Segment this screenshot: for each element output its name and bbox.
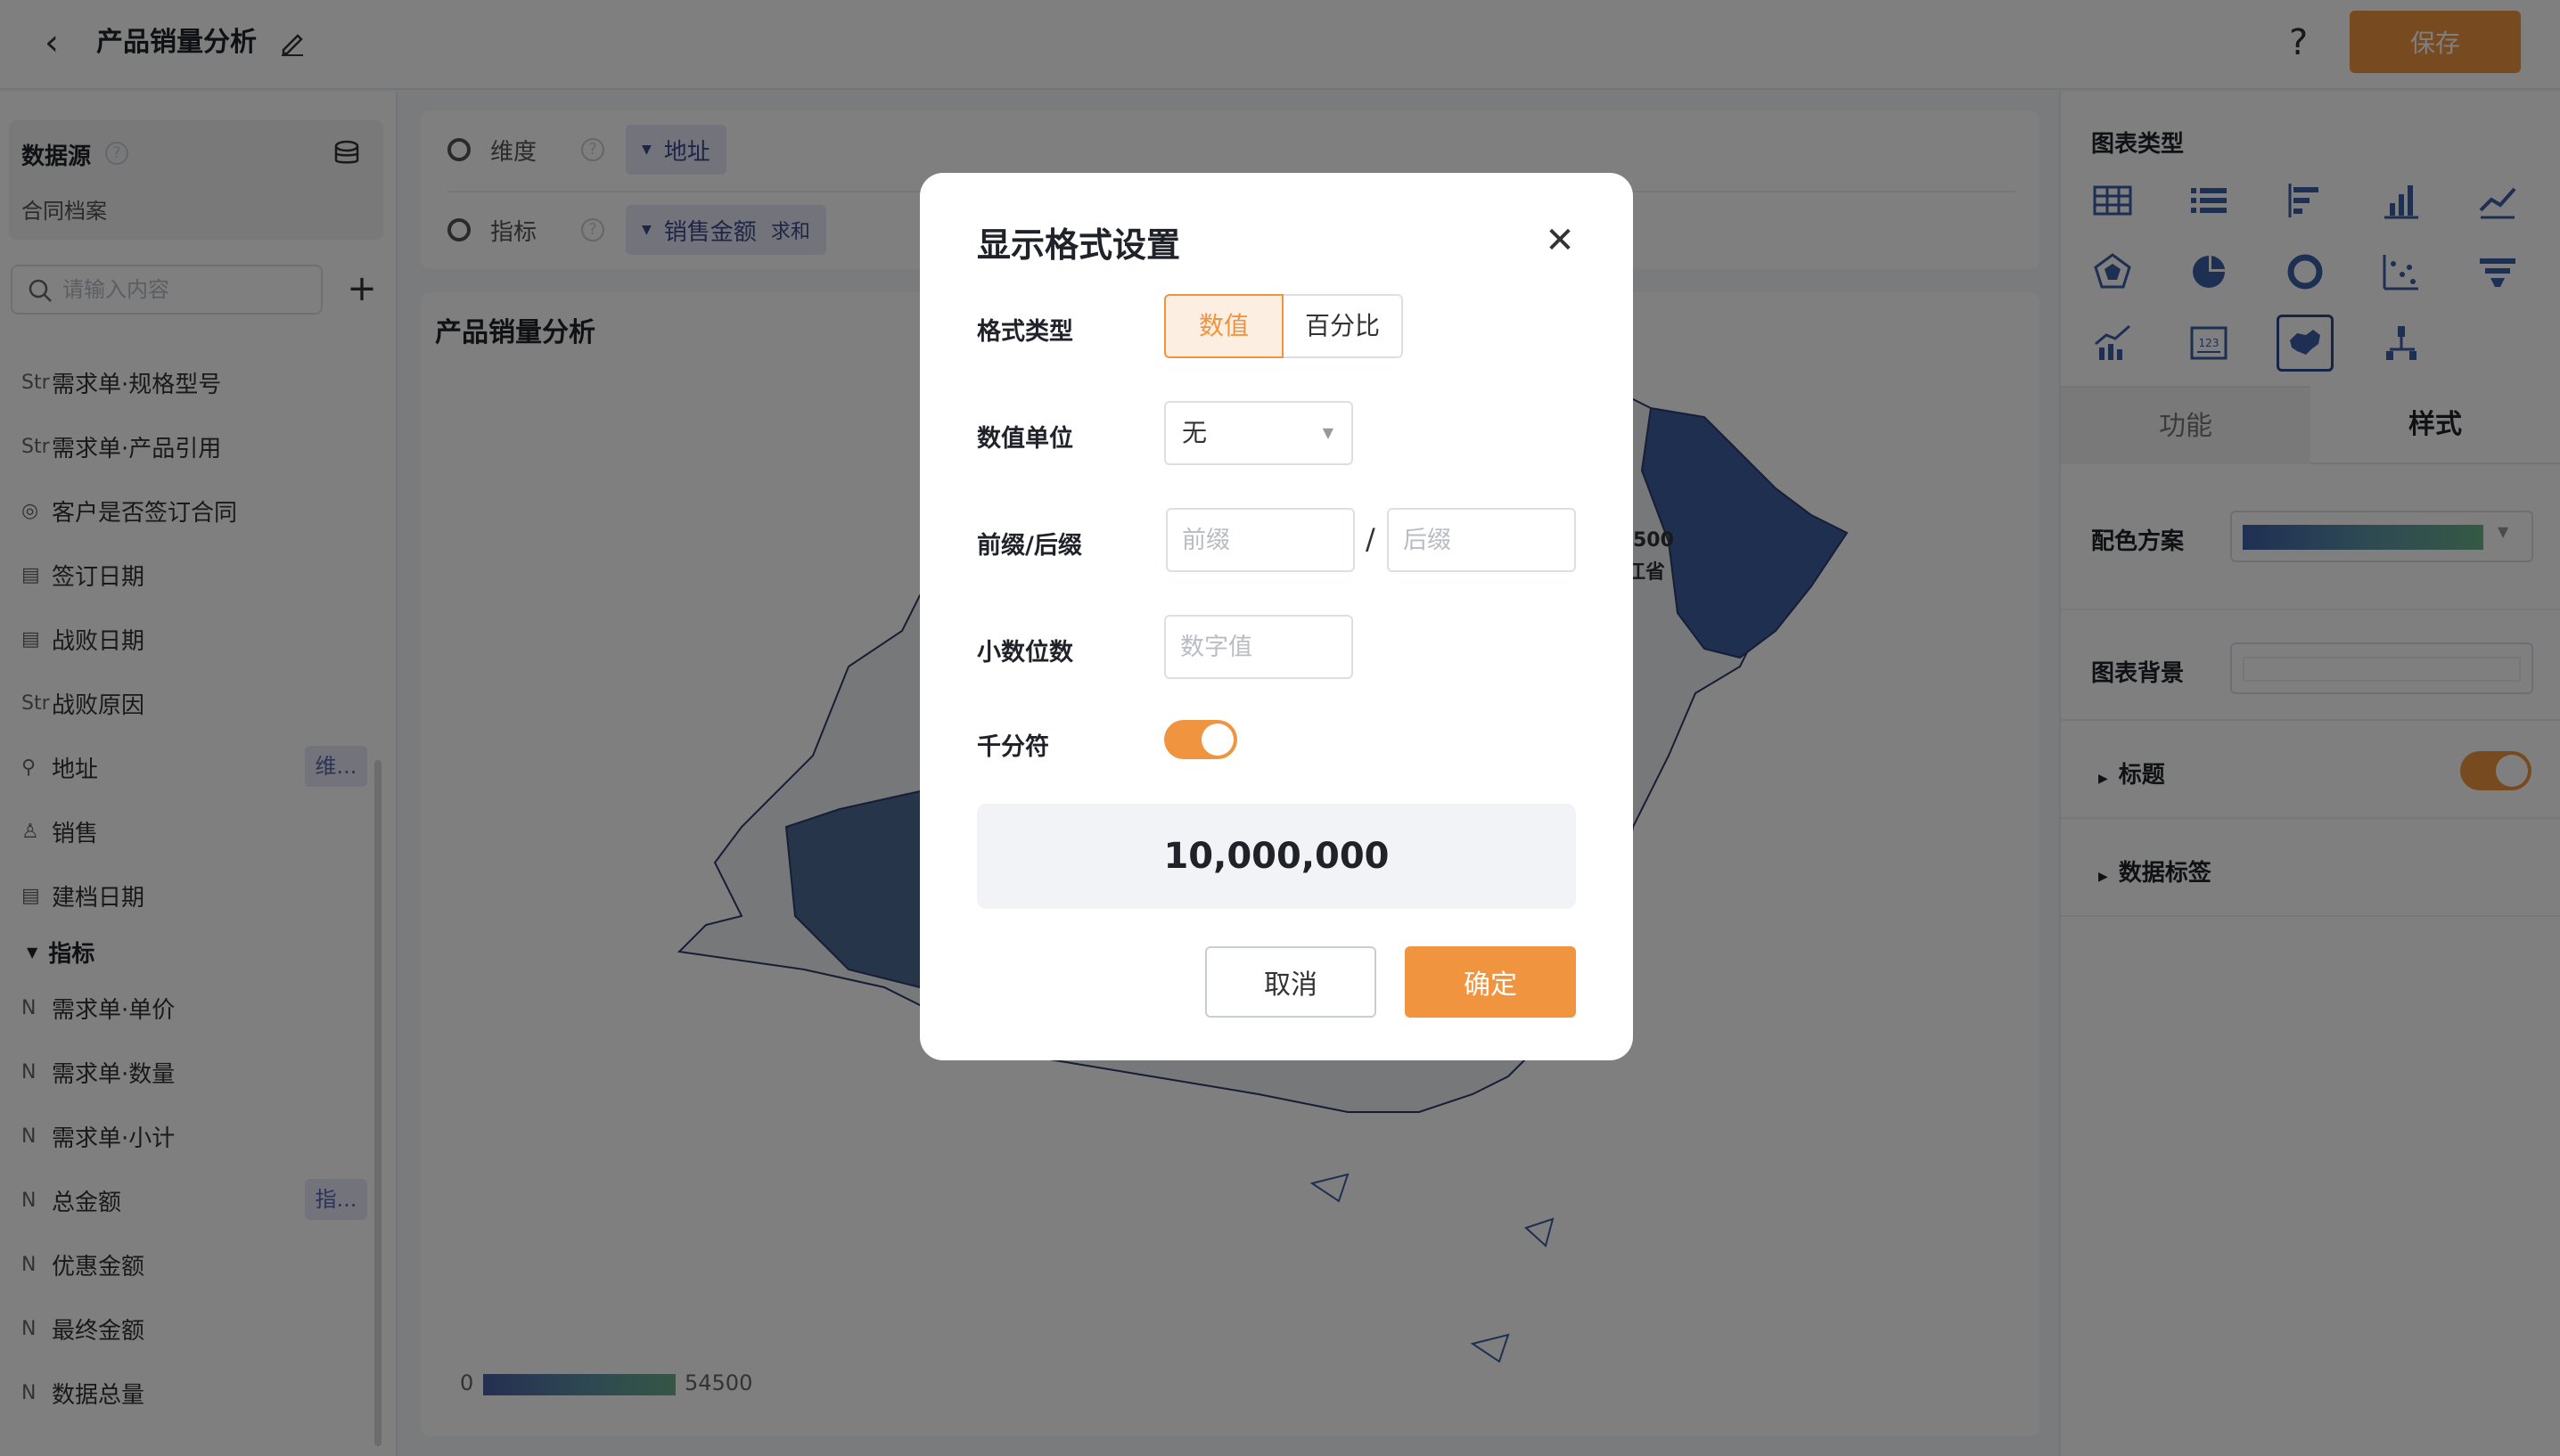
- thousands-label: 千分符: [977, 733, 1049, 761]
- format-dialog: 显示格式设置 ✕ 格式类型 数值 百分比 数值单位 无▼ 前缀/后缀 / 小数位…: [920, 173, 1633, 1060]
- prefix-input[interactable]: [1166, 508, 1355, 572]
- decimal-input[interactable]: [1164, 615, 1353, 679]
- format-percent-option[interactable]: 百分比: [1284, 294, 1403, 358]
- caret-down-icon: ▼: [1322, 424, 1333, 441]
- decimal-label: 小数位数: [977, 639, 1073, 667]
- thousands-toggle[interactable]: [1164, 720, 1237, 759]
- format-preview: 10,000,000: [977, 804, 1576, 909]
- toggle-knob: [1202, 724, 1234, 756]
- format-type-segment: 数值 百分比: [1164, 294, 1403, 358]
- slash-separator: /: [1366, 522, 1375, 556]
- cancel-button[interactable]: 取消: [1205, 946, 1376, 1018]
- prefix-suffix-label: 前缀/后缀: [977, 532, 1082, 560]
- format-numeric-option[interactable]: 数值: [1164, 294, 1284, 358]
- close-icon[interactable]: ✕: [1538, 219, 1581, 262]
- dialog-title: 显示格式设置: [977, 225, 1181, 265]
- confirm-button[interactable]: 确定: [1405, 946, 1576, 1018]
- unit-label: 数值单位: [977, 425, 1073, 453]
- unit-value: 无: [1182, 418, 1208, 447]
- unit-select[interactable]: 无 ▼: [1164, 401, 1353, 465]
- suffix-input[interactable]: [1387, 508, 1576, 572]
- format-type-label: 格式类型: [977, 318, 1073, 346]
